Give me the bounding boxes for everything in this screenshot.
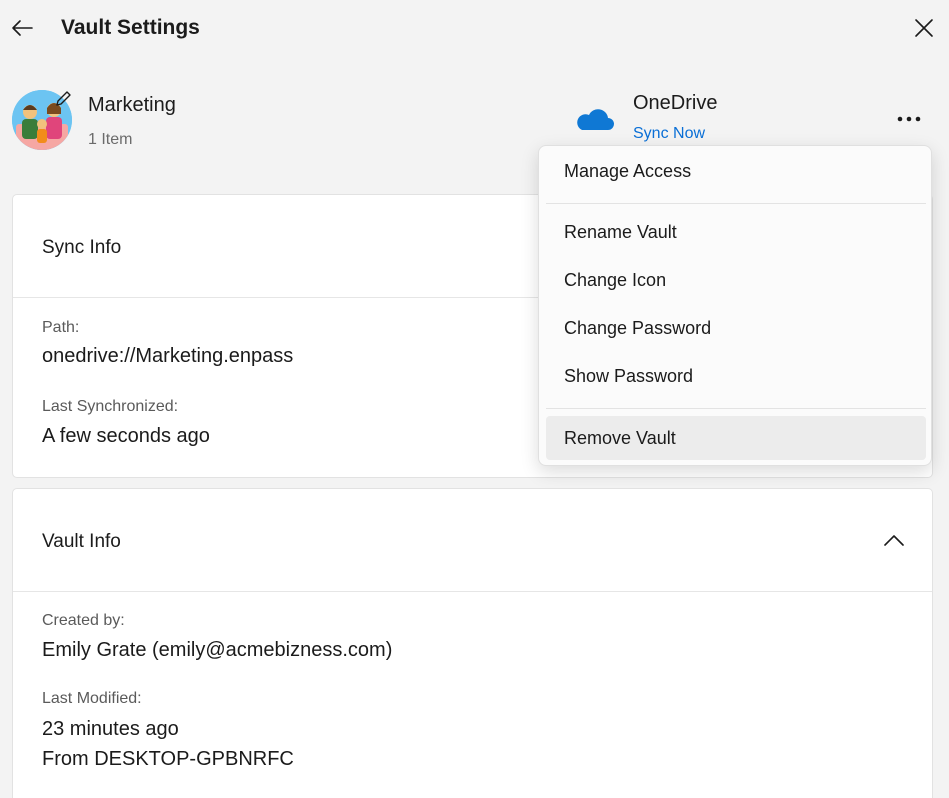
sync-provider-name: OneDrive [633,92,718,114]
menu-item-remove-vault[interactable]: Remove Vault [546,416,926,460]
menu-item-change-password[interactable]: Change Password [546,306,926,350]
menu-divider [546,203,926,204]
path-value: onedrive://Marketing.enpass [42,345,294,367]
menu-item-change-icon[interactable]: Change Icon [546,258,926,302]
sync-info-title: Sync Info [42,237,122,258]
path-label: Path: [42,319,80,336]
last-modified-label: Last Modified: [42,690,142,707]
menu-divider [546,408,926,409]
edit-pencil-icon[interactable] [52,88,74,110]
created-by-value: Emily Grate (emily@acmebizness.com) [42,639,393,661]
chevron-up-icon[interactable] [882,529,906,553]
last-modified-value: 23 minutes ago [42,718,179,740]
vault-info-card: Vault Info Created by: Emily Grate (emil… [12,488,933,798]
header: Vault Settings [0,0,949,60]
page-title: Vault Settings [61,16,200,39]
more-options-icon[interactable] [892,102,926,136]
vault-item-count: 1 Item [88,131,133,148]
vault-info-title: Vault Info [42,531,121,552]
onedrive-cloud-icon [574,104,614,134]
created-by-label: Created by: [42,612,125,629]
menu-item-rename-vault[interactable]: Rename Vault [546,210,926,254]
last-modified-source: From DESKTOP-GPBNRFC [42,748,294,770]
vault-options-menu: Manage Access Rename Vault Change Icon C… [538,145,932,466]
last-synchronized-label: Last Synchronized: [42,398,179,415]
vault-info-header[interactable]: Vault Info [13,489,932,592]
last-synchronized-value: A few seconds ago [42,425,210,447]
close-icon[interactable] [910,14,938,42]
menu-item-show-password[interactable]: Show Password [546,354,926,398]
menu-item-manage-access[interactable]: Manage Access [546,149,926,193]
back-arrow-icon[interactable] [8,14,36,42]
sync-now-link[interactable]: Sync Now [633,125,705,143]
vault-name: Marketing [88,94,176,116]
